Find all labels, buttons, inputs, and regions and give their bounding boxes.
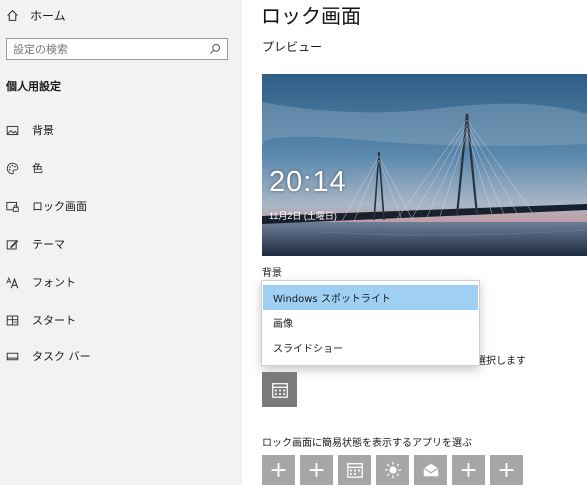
calendar-icon <box>271 382 288 398</box>
preview-heading: プレビュー <box>262 40 323 54</box>
sidebar-item-label: ロック画面 <box>32 200 87 213</box>
quick-status-app-row: + + + + <box>262 455 528 485</box>
sidebar-item-start[interactable]: スタート <box>6 310 236 330</box>
sidebar-item-font[interactable]: フォント <box>6 272 236 292</box>
background-option-slideshow[interactable]: スライドショー <box>263 335 478 360</box>
lock-screen-icon <box>6 200 19 213</box>
preview-clock: 20:14 <box>269 166 347 198</box>
settings-sidebar: ホーム 個人用設定 背景 色 ロック画面 テーマ フォント <box>0 0 242 485</box>
quick-status-add-button[interactable]: + <box>490 455 523 485</box>
palette-icon <box>6 162 19 175</box>
search-icon[interactable] <box>209 43 221 55</box>
sidebar-item-label: 色 <box>32 162 43 175</box>
settings-search-box[interactable] <box>6 38 228 60</box>
home-icon <box>7 9 18 21</box>
sidebar-item-color[interactable]: 色 <box>6 158 236 178</box>
plus-icon: + <box>497 457 516 483</box>
sidebar-item-taskbar[interactable]: タスク バー <box>6 346 236 366</box>
start-icon <box>6 314 19 327</box>
plus-icon: + <box>269 457 288 483</box>
background-option-picture[interactable]: 画像 <box>263 310 478 335</box>
lock-screen-preview-image <box>262 74 587 256</box>
sidebar-item-label: スタート <box>32 314 76 327</box>
quick-status-calendar-button[interactable] <box>338 455 371 485</box>
sidebar-item-theme[interactable]: テーマ <box>6 234 236 254</box>
quick-status-apps-label: ロック画面に簡易状態を表示するアプリを選ぶ <box>262 438 472 449</box>
weather-icon <box>384 461 401 479</box>
preview-date: 11月2日 (土曜日) <box>269 211 337 221</box>
background-option-spotlight[interactable]: Windows スポットライト <box>263 285 478 310</box>
quick-status-add-button[interactable]: + <box>300 455 333 485</box>
sidebar-item-label: 背景 <box>32 124 54 137</box>
page-title: ロック画面 <box>261 4 361 28</box>
quick-status-mail-button[interactable] <box>414 455 447 485</box>
taskbar-icon <box>6 350 19 363</box>
search-input[interactable] <box>13 42 209 56</box>
sidebar-item-label: テーマ <box>32 238 65 251</box>
choose-app-label-partial: 選択します <box>476 356 526 367</box>
font-icon <box>6 276 19 289</box>
sidebar-item-label: フォント <box>32 276 76 289</box>
home-label: ホーム <box>30 8 66 23</box>
quick-status-add-button[interactable]: + <box>452 455 485 485</box>
background-dropdown-list[interactable]: Windows スポットライト 画像 スライドショー <box>261 280 480 366</box>
plus-icon: + <box>307 457 326 483</box>
quick-status-weather-button[interactable] <box>376 455 409 485</box>
quick-status-add-button[interactable]: + <box>262 455 295 485</box>
calendar-icon <box>346 463 363 478</box>
detailed-status-app-button[interactable] <box>262 372 297 407</box>
picture-icon <box>6 124 19 137</box>
theme-icon <box>6 238 19 251</box>
plus-icon: + <box>459 457 478 483</box>
background-label: 背景 <box>262 268 282 279</box>
sidebar-item-background[interactable]: 背景 <box>6 120 236 140</box>
sidebar-item-label: タスク バー <box>32 350 91 363</box>
mail-icon <box>422 463 439 477</box>
sidebar-item-lock-screen[interactable]: ロック画面 <box>6 196 236 216</box>
home-nav-item[interactable]: ホーム <box>6 5 66 25</box>
section-title: 個人用設定 <box>6 80 61 93</box>
